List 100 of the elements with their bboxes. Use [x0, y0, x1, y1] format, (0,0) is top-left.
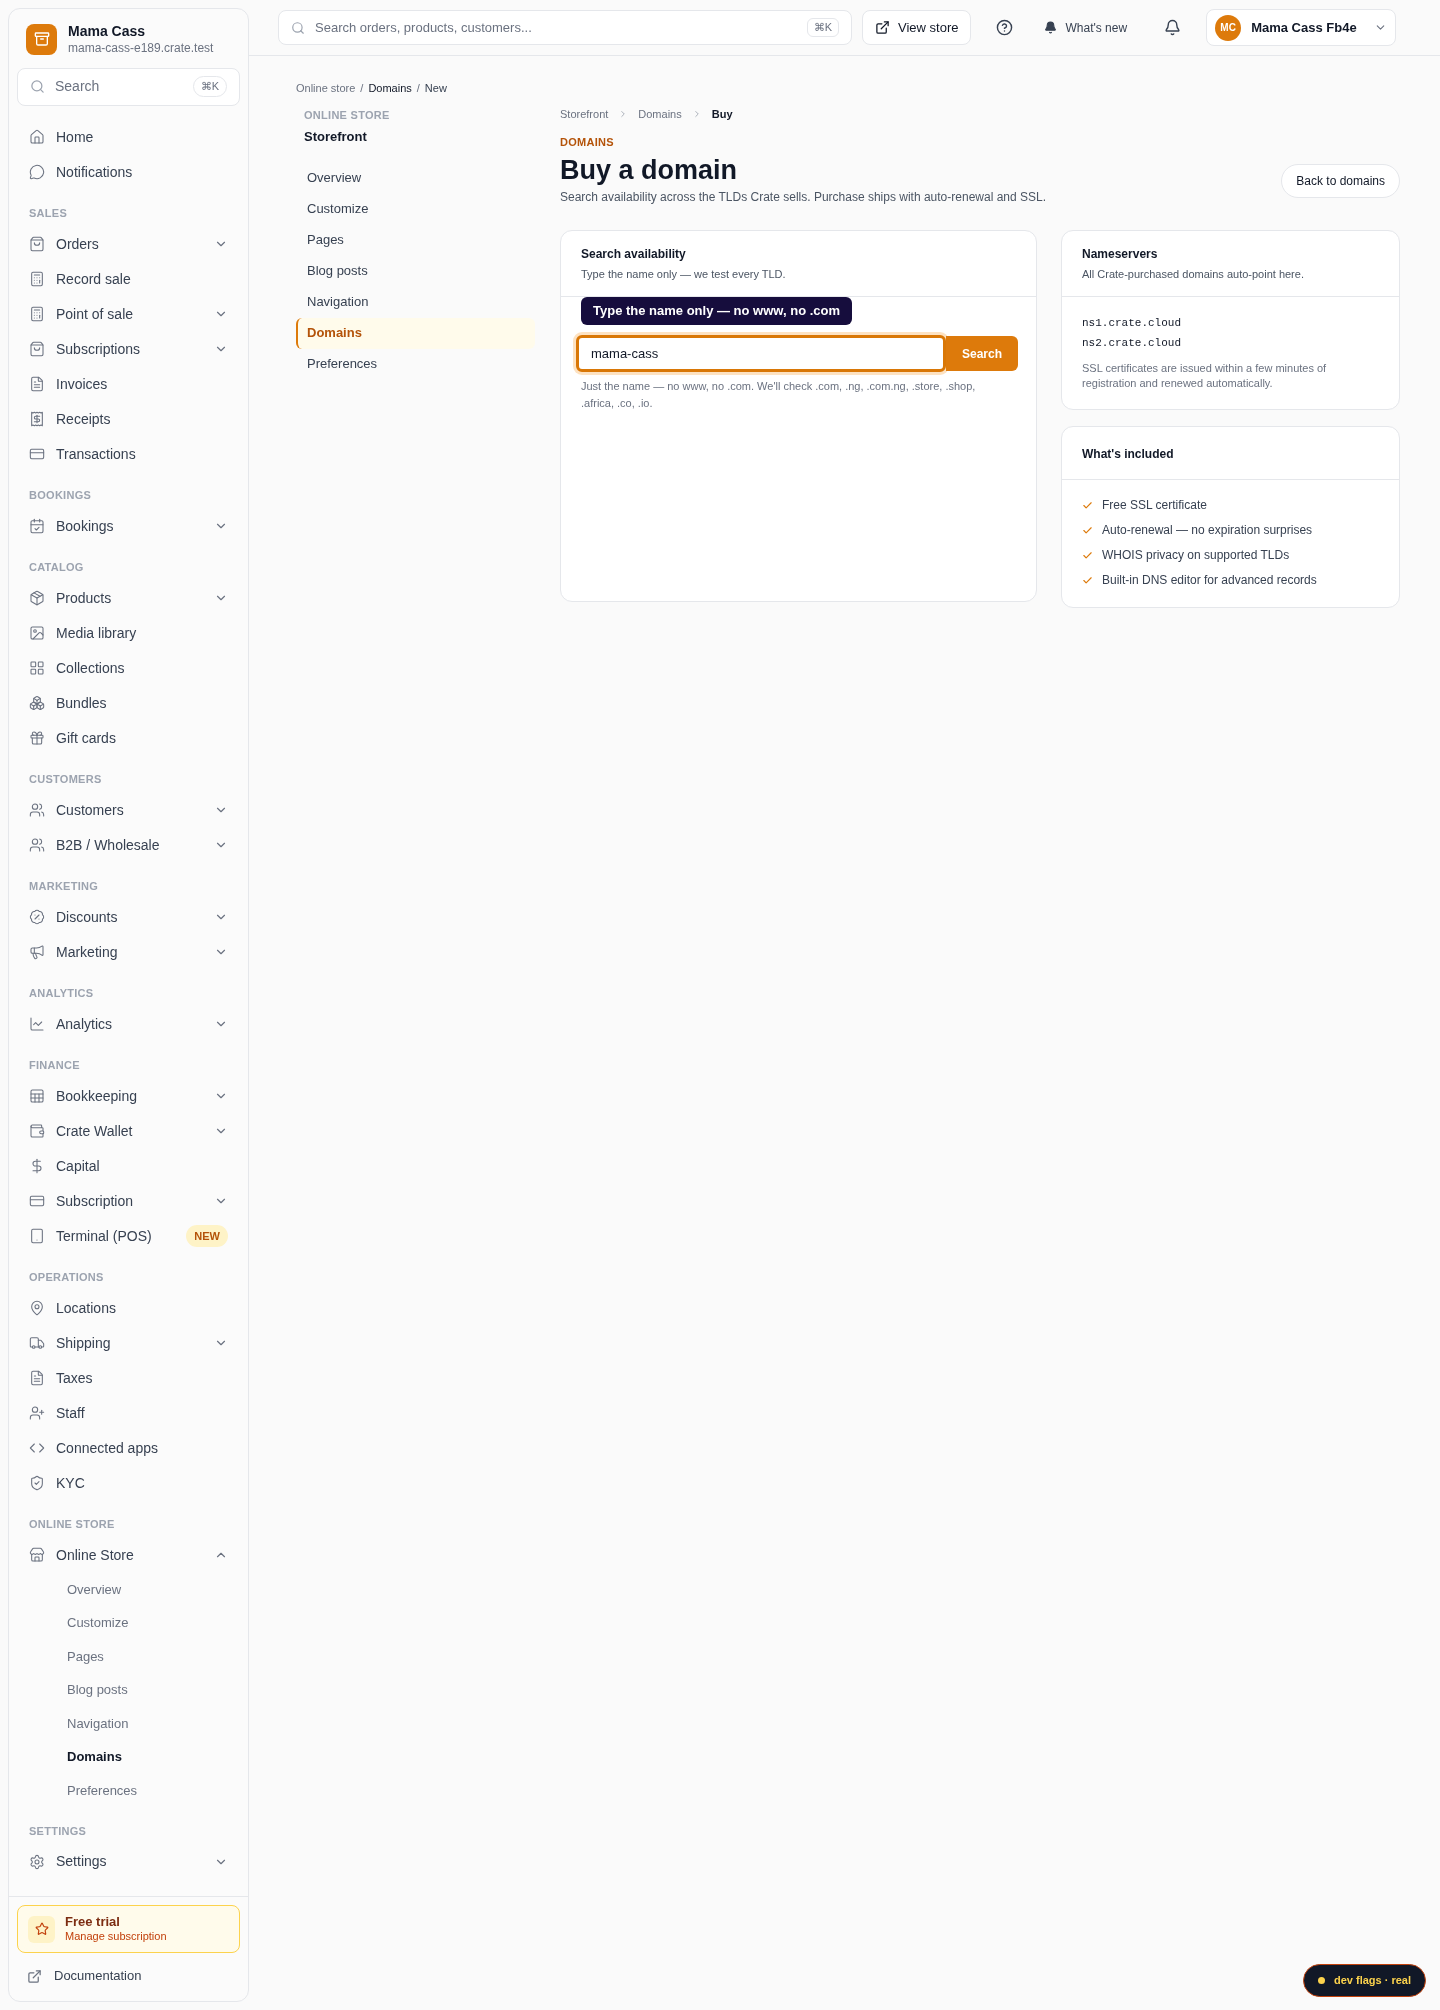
- subnav-item[interactable]: Pages: [296, 224, 535, 256]
- tooltip: Type the name only — no www, no .com: [581, 297, 853, 325]
- view-store-button[interactable]: View store: [862, 10, 972, 45]
- sidebar-item[interactable]: Crate Wallet: [17, 1113, 240, 1149]
- sidebar-item[interactable]: Capital: [17, 1148, 240, 1184]
- account-menu-button[interactable]: MC Mama Cass Fb4e: [1206, 9, 1397, 46]
- dev-flags-label: dev flags · real: [1333, 1973, 1411, 1989]
- sidebar-item[interactable]: Notifications: [17, 154, 240, 190]
- document-icon: [29, 376, 45, 392]
- external-link-icon: [875, 20, 890, 35]
- sidebar-item[interactable]: Locations: [17, 1290, 240, 1326]
- sidebar-label: Connected apps: [56, 1438, 159, 1458]
- sidebar-item[interactable]: Subscription: [17, 1183, 240, 1219]
- sidebar-search-field[interactable]: Search ⌘K: [17, 67, 240, 106]
- dev-flags-pill[interactable]: dev flags · real: [1302, 1964, 1426, 1997]
- wallet-icon: [29, 1123, 45, 1139]
- sidebar-label: Locations: [56, 1298, 117, 1318]
- truck-icon: [29, 1335, 45, 1351]
- sidebar-item[interactable]: B2B / Wholesale: [17, 827, 240, 863]
- account-name: Mama Cass Fb4e: [1251, 18, 1358, 37]
- card-title: Search availability: [581, 245, 687, 263]
- sidebar-label: Record sale: [56, 269, 132, 289]
- whats-new-button[interactable]: What's new: [1036, 10, 1136, 45]
- breadcrumb-link[interactable]: Storefront: [560, 105, 609, 122]
- sidebar-item[interactable]: Products: [17, 580, 240, 616]
- sidebar-item[interactable]: Bookkeeping: [17, 1078, 240, 1114]
- percent-icon: [29, 909, 45, 925]
- global-search-field[interactable]: Search orders, products, customers... ⌘K: [278, 10, 852, 45]
- subnav-item[interactable]: Blog posts: [296, 255, 535, 287]
- page-eyebrow: DOMAINS: [560, 135, 615, 150]
- manage-subscription-link[interactable]: Manage subscription: [65, 1930, 167, 1944]
- sidebar-item[interactable]: Gift cards: [17, 720, 240, 756]
- documentation-link[interactable]: Documentation: [17, 1961, 240, 1991]
- section-heading: SETTINGS: [28, 1823, 88, 1839]
- subnav-item[interactable]: Domains: [296, 317, 535, 349]
- tablet-icon: [29, 1228, 45, 1244]
- back-to-domains-button[interactable]: Back to domains: [1281, 164, 1400, 198]
- breadcrumb-link[interactable]: Domains: [638, 105, 682, 122]
- sidebar-item[interactable]: Shipping: [17, 1325, 240, 1361]
- sidebar-item[interactable]: Subscriptions: [17, 331, 240, 367]
- sidebar-item[interactable]: Online Store: [17, 1537, 240, 1573]
- sidebar-item[interactable]: Marketing: [17, 934, 240, 970]
- image-icon: [29, 625, 45, 641]
- breadcrumb-link[interactable]: Domains: [368, 80, 412, 97]
- sidebar-subitem[interactable]: Customize: [17, 1606, 240, 1640]
- sidebar-label: Subscription: [56, 1191, 135, 1211]
- sidebar-item[interactable]: Analytics: [17, 1006, 240, 1042]
- sidebar-label: Home: [56, 127, 95, 147]
- sidebar-item[interactable]: Invoices: [17, 366, 240, 402]
- sidebar-item[interactable]: Connected apps: [17, 1430, 240, 1466]
- sidebar-label: Bookkeeping: [56, 1086, 138, 1106]
- boxes-icon: [29, 695, 45, 711]
- dollar-icon: [29, 1158, 45, 1174]
- line-chart-icon: [29, 1016, 45, 1032]
- sidebar-label: Bookings: [56, 516, 115, 536]
- sidebar-item[interactable]: Point of sale: [17, 296, 240, 332]
- sidebar-subitem[interactable]: Preferences: [17, 1773, 240, 1807]
- sidebar-item[interactable]: Collections: [17, 650, 240, 686]
- sidebar-subitem[interactable]: Navigation: [17, 1706, 240, 1740]
- sidebar-label: Taxes: [56, 1368, 94, 1388]
- free-trial-card[interactable]: Free trial Manage subscription: [17, 1905, 240, 1953]
- sidebar-item[interactable]: Bookings: [17, 508, 240, 544]
- search-icon: [291, 20, 305, 35]
- card-subtitle: Type the name only — we test every TLD.: [581, 266, 787, 282]
- trial-title: Free trial: [65, 1914, 121, 1931]
- subnav-item[interactable]: Overview: [296, 162, 535, 194]
- sidebar-item[interactable]: Customers: [17, 792, 240, 828]
- sidebar-subitem[interactable]: Domains: [17, 1740, 240, 1774]
- sidebar-item[interactable]: Staff: [17, 1395, 240, 1431]
- domain-name-field[interactable]: mama-cass: [576, 335, 946, 372]
- check-icon: [1082, 524, 1093, 536]
- search-placeholder: Search: [55, 77, 101, 96]
- sidebar-subitem[interactable]: Blog posts: [17, 1673, 240, 1707]
- grid-icon: [29, 660, 45, 676]
- sidebar-item[interactable]: Transactions: [17, 436, 240, 472]
- sidebar-label: B2B / Wholesale: [56, 835, 161, 855]
- sidebar-item[interactable]: Terminal (POS) NEW: [17, 1218, 240, 1254]
- sidebar-item[interactable]: Discounts: [17, 899, 240, 935]
- sidebar-item[interactable]: Orders: [17, 226, 240, 262]
- sidebar-subitem[interactable]: Overview: [17, 1572, 240, 1606]
- megaphone-icon: [29, 944, 45, 960]
- sidebar-item[interactable]: Settings: [17, 1844, 240, 1879]
- subnav-item[interactable]: Preferences: [296, 348, 535, 380]
- sidebar-item[interactable]: Record sale: [17, 261, 240, 297]
- sidebar-item[interactable]: Receipts: [17, 401, 240, 437]
- bell-icon: [1044, 21, 1058, 34]
- help-text: Just the name — no www, no .com. We'll check .com, .ng, .com.ng, .store, .shop, .africa, .co, .io.: [580, 379, 977, 411]
- sidebar-item[interactable]: Taxes: [17, 1360, 240, 1396]
- sidebar-item[interactable]: Media library: [17, 615, 240, 651]
- sidebar-item[interactable]: KYC: [17, 1465, 240, 1501]
- table-icon: [29, 1088, 45, 1104]
- sidebar-label: Gift cards: [56, 728, 117, 748]
- subnav-item[interactable]: Customize: [296, 193, 535, 225]
- breadcrumb-link[interactable]: Online store: [296, 80, 356, 97]
- sidebar-item[interactable]: Bundles: [17, 685, 240, 721]
- sidebar-subitem[interactable]: Pages: [17, 1639, 240, 1673]
- sidebar-item[interactable]: Home: [17, 119, 240, 155]
- card-title: What's included: [1082, 447, 1174, 461]
- calculator-icon: [29, 306, 45, 322]
- subnav-item[interactable]: Navigation: [296, 286, 535, 318]
